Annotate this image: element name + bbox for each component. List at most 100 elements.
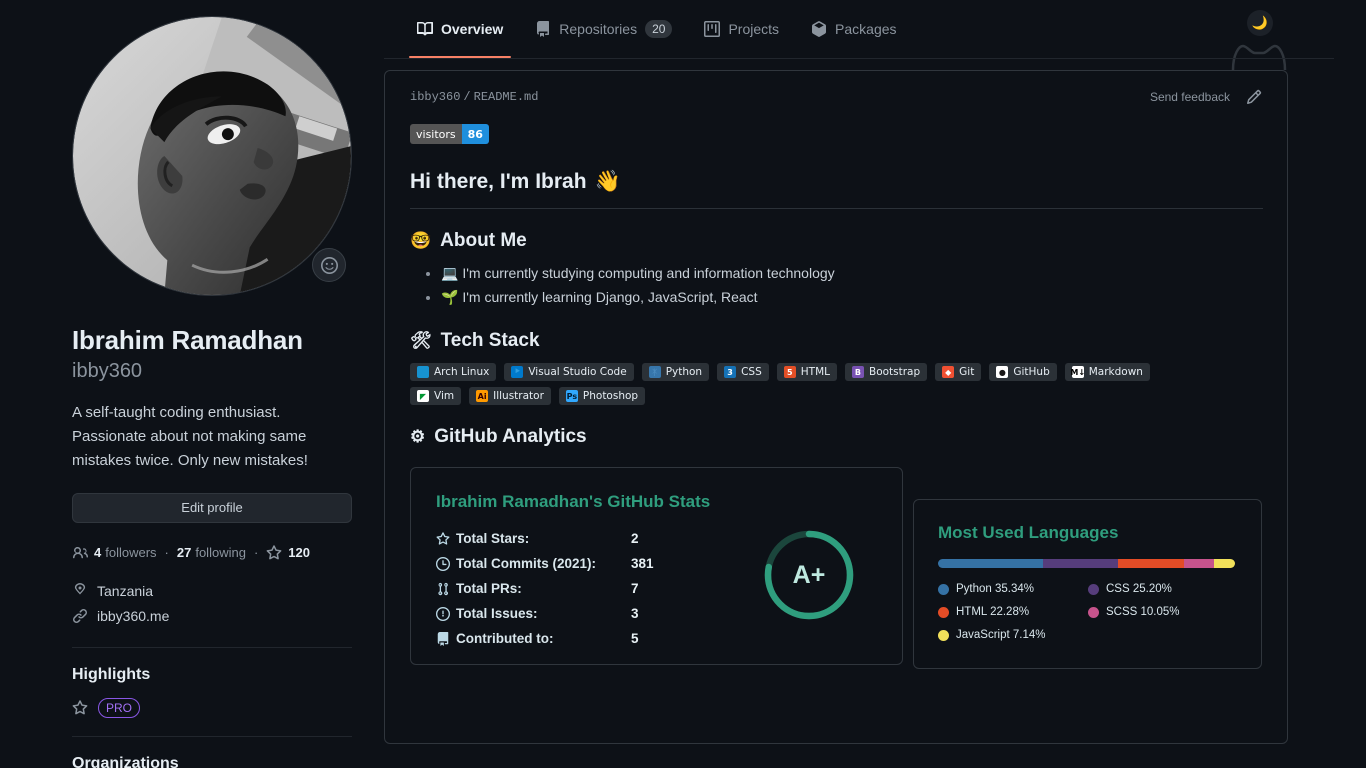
- stat-label: Total PRs:: [456, 581, 522, 596]
- star-icon: [436, 531, 456, 546]
- dot-separator-2: ·: [253, 545, 259, 560]
- location-icon: [72, 583, 88, 599]
- send-feedback-link[interactable]: Send feedback: [1150, 90, 1230, 104]
- tab-overview[interactable]: Overview: [401, 0, 519, 58]
- about-me-title: About Me: [440, 230, 527, 251]
- tech-badge-label: Arch Linux: [434, 366, 490, 378]
- stat-label: Total Commits (2021):: [456, 556, 597, 571]
- tech-badge-label: HTML: [800, 366, 830, 378]
- edit-pencil-icon[interactable]: [1246, 89, 1262, 105]
- stat-label: Total Issues:: [456, 606, 538, 621]
- profile-nav: Overview Repositories 20 Projects Packag…: [384, 0, 1366, 71]
- repo-icon: [436, 631, 456, 646]
- tech-badge-label: Visual Studio Code: [528, 366, 627, 378]
- languages-card-title: Most Used Languages: [938, 523, 1119, 542]
- book-icon: [417, 21, 433, 37]
- breadcrumb-filename[interactable]: README.md: [474, 90, 539, 104]
- visual-studio-code-icon: ⯈: [511, 366, 524, 378]
- following-count[interactable]: 27: [177, 545, 191, 560]
- followers-label[interactable]: followers: [105, 545, 156, 560]
- tab-repositories[interactable]: Repositories 20: [519, 0, 688, 58]
- language-color-dot: [938, 606, 949, 618]
- tech-badge[interactable]: ● GitHub: [989, 363, 1057, 381]
- stat-row: Contributed to: 5: [436, 626, 877, 651]
- tech-badge[interactable]: ◤ Vim: [410, 387, 462, 405]
- tech-badge[interactable]: ◆ Git: [935, 363, 982, 381]
- set-status-button[interactable]: [312, 248, 346, 282]
- highlights-title: Highlights: [72, 665, 151, 683]
- nav-underline: [384, 58, 1334, 59]
- avatar[interactable]: [72, 16, 352, 296]
- stat-value: 5: [631, 631, 639, 646]
- dark-mode-moon-icon[interactable]: 🌙: [1247, 10, 1273, 36]
- stars-count[interactable]: 120: [288, 545, 310, 560]
- readme-card: ibby360/README.md Send feedback visitors…: [384, 70, 1288, 744]
- tab-label: Packages: [835, 21, 897, 37]
- language-legend-item: CSS 25.20%: [1088, 583, 1238, 595]
- tab-label: Repositories: [559, 21, 638, 37]
- readme-header: ibby360/README.md Send feedback: [410, 87, 1262, 107]
- tech-badge-label: Vim: [434, 390, 455, 402]
- languages-bar: [938, 559, 1235, 568]
- vim-icon: ◤: [417, 390, 429, 402]
- language-legend-label: SCSS 10.05%: [1106, 606, 1180, 618]
- location-text: Tanzania: [97, 583, 154, 599]
- about-me-list: 💻 I'm currently studying computing and i…: [410, 261, 1262, 309]
- language-bar-segment: [1042, 559, 1118, 568]
- tab-label: Projects: [728, 21, 780, 37]
- tech-badge[interactable]: Ps Photoshop: [558, 387, 646, 405]
- profile-fullname: Ibrahim Ramadhan: [72, 325, 303, 355]
- seedling-emoji: 🌱: [441, 289, 459, 305]
- tech-badge-label: CSS: [741, 366, 762, 378]
- language-legend-item: HTML 22.28%: [938, 606, 1088, 618]
- tech-badge-label: Git: [959, 366, 975, 378]
- github-analytics-heading: ⚙ GitHub Analytics: [410, 426, 1262, 448]
- people-icon: [72, 545, 88, 561]
- language-legend-label: CSS 25.20%: [1106, 583, 1172, 595]
- list-item: 💻 I'm currently studying computing and i…: [441, 261, 1262, 285]
- tech-badge[interactable]: B Bootstrap: [844, 363, 928, 381]
- tech-badge[interactable]: ▲ Arch Linux: [410, 363, 497, 381]
- list-item: 🌱 I'm currently learning Django, JavaScr…: [441, 285, 1262, 309]
- html-icon: 5: [783, 366, 796, 378]
- tech-badge[interactable]: 5 HTML: [776, 363, 837, 381]
- nerd-face-emoji: 🤓: [410, 231, 432, 250]
- language-color-dot: [1088, 606, 1099, 618]
- star-icon: [266, 544, 282, 561]
- tech-badge[interactable]: ⯈ Visual Studio Code: [504, 363, 634, 381]
- edit-profile-button[interactable]: Edit profile: [72, 492, 352, 523]
- profile-location: Tanzania: [72, 579, 352, 604]
- profile-meta: Tanzania ibby360.me: [72, 579, 352, 629]
- tech-badge[interactable]: M↓ Markdown: [1064, 363, 1150, 381]
- tech-stack-badges: ▲ Arch Linux ⯈ Visual Studio Code ᛡ Python 3 CS…: [410, 363, 1170, 405]
- repo-icon: [535, 21, 551, 37]
- organizations-title: Organizations: [72, 754, 179, 768]
- link-icon: [72, 608, 88, 624]
- visitors-badge-label: visitors: [410, 124, 462, 144]
- language-color-dot: [938, 583, 949, 595]
- star-outline-icon: [72, 699, 88, 716]
- tech-badge-label: Illustrator: [493, 390, 544, 402]
- followers-count[interactable]: 4: [94, 545, 101, 560]
- language-bar-segment: [1117, 559, 1184, 568]
- stat-label: Total Stars:: [456, 531, 530, 546]
- language-bar-segment: [1213, 559, 1235, 568]
- language-bar-segment: [938, 559, 1043, 568]
- arch-linux-icon: ▲: [417, 366, 429, 378]
- tech-badge[interactable]: Ai Illustrator: [469, 387, 551, 405]
- language-legend-label: Python 35.34%: [956, 583, 1035, 595]
- tab-projects[interactable]: Projects: [688, 0, 795, 58]
- list-item-text: I'm currently studying computing and inf…: [462, 265, 835, 281]
- language-legend-label: HTML 22.28%: [956, 606, 1030, 618]
- stat-value: 2: [631, 531, 639, 546]
- following-label[interactable]: following: [195, 545, 246, 560]
- profile-website[interactable]: ibby360.me: [72, 604, 352, 629]
- breadcrumb-owner[interactable]: ibby360: [410, 90, 460, 104]
- illustrator-icon: Ai: [476, 390, 489, 402]
- tab-packages[interactable]: Packages: [795, 0, 912, 58]
- tech-badge[interactable]: ᛡ Python: [641, 363, 710, 381]
- website-text[interactable]: ibby360.me: [97, 608, 169, 624]
- tech-badge[interactable]: 3 CSS: [717, 363, 769, 381]
- visitors-badge-count: 86: [461, 124, 489, 144]
- repositories-count: 20: [645, 20, 673, 38]
